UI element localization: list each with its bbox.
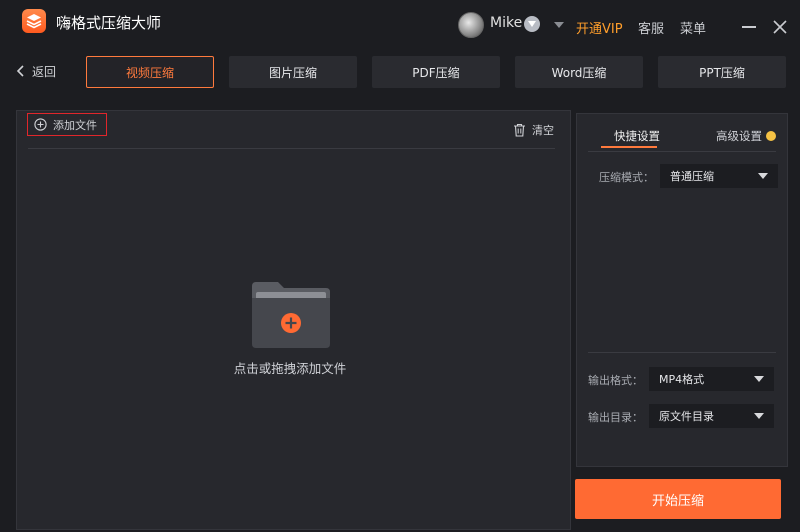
add-file-button[interactable]: 添加文件 [27, 113, 107, 136]
tab-advanced-settings[interactable]: 高级设置 [716, 128, 776, 144]
tab-image-compress[interactable]: 图片压缩 [229, 56, 357, 88]
avatar[interactable] [458, 12, 484, 38]
compress-mode-label: 压缩模式： [599, 171, 654, 184]
app-title: 嗨格式压缩大师 [56, 14, 162, 32]
divider [28, 148, 555, 149]
output-dir-label: 输出目录： [588, 411, 643, 424]
divider [588, 352, 776, 353]
drop-hint-text: 点击或拖拽添加文件 [233, 361, 347, 376]
minimize-icon[interactable] [742, 26, 756, 28]
folder-add-icon [252, 282, 330, 348]
menu-link[interactable]: 菜单 [680, 18, 706, 37]
chevron-down-icon [758, 173, 768, 179]
compress-mode-value: 普通压缩 [670, 170, 714, 183]
username[interactable]: Mike [490, 15, 522, 31]
chevron-left-icon [16, 65, 24, 77]
back-label: 返回 [32, 64, 57, 79]
trash-icon [514, 123, 525, 137]
output-dir-value: 原文件目录 [659, 410, 714, 423]
output-dir-select[interactable]: 原文件目录 [649, 404, 774, 428]
tab-video-compress[interactable]: 视频压缩 [86, 56, 214, 88]
output-format-label: 输出格式： [588, 374, 643, 387]
clear-label: 清空 [532, 124, 554, 137]
customer-service-link[interactable]: 客服 [638, 18, 664, 37]
vip-diamond-icon [524, 16, 540, 32]
compress-mode-select[interactable]: 普通压缩 [660, 164, 778, 188]
divider [588, 151, 776, 152]
file-drop-zone[interactable]: 点击或拖拽添加文件 [200, 270, 380, 390]
tab-ppt-compress[interactable]: PPT压缩 [658, 56, 786, 88]
add-file-label: 添加文件 [53, 118, 97, 132]
clear-button[interactable]: 清空 [513, 122, 554, 138]
close-icon[interactable] [772, 19, 788, 35]
chevron-down-icon[interactable] [554, 22, 564, 28]
output-format-select[interactable]: MP4格式 [649, 367, 774, 391]
active-tab-indicator [601, 146, 657, 148]
add-circle-icon [34, 118, 47, 131]
tab-word-compress[interactable]: Word压缩 [515, 56, 643, 88]
vip-coin-icon [766, 131, 776, 141]
open-vip-link[interactable]: 开通VIP [576, 18, 623, 37]
output-format-value: MP4格式 [659, 373, 705, 386]
chevron-down-icon [754, 376, 764, 382]
tab-pdf-compress[interactable]: PDF压缩 [372, 56, 500, 88]
app-logo-icon [22, 9, 46, 33]
back-button[interactable]: 返回 [16, 62, 56, 80]
tab-quick-settings[interactable]: 快捷设置 [614, 128, 660, 144]
chevron-down-icon [754, 413, 764, 419]
start-compress-button[interactable]: 开始压缩 [575, 479, 781, 519]
advanced-settings-label: 高级设置 [716, 129, 762, 143]
